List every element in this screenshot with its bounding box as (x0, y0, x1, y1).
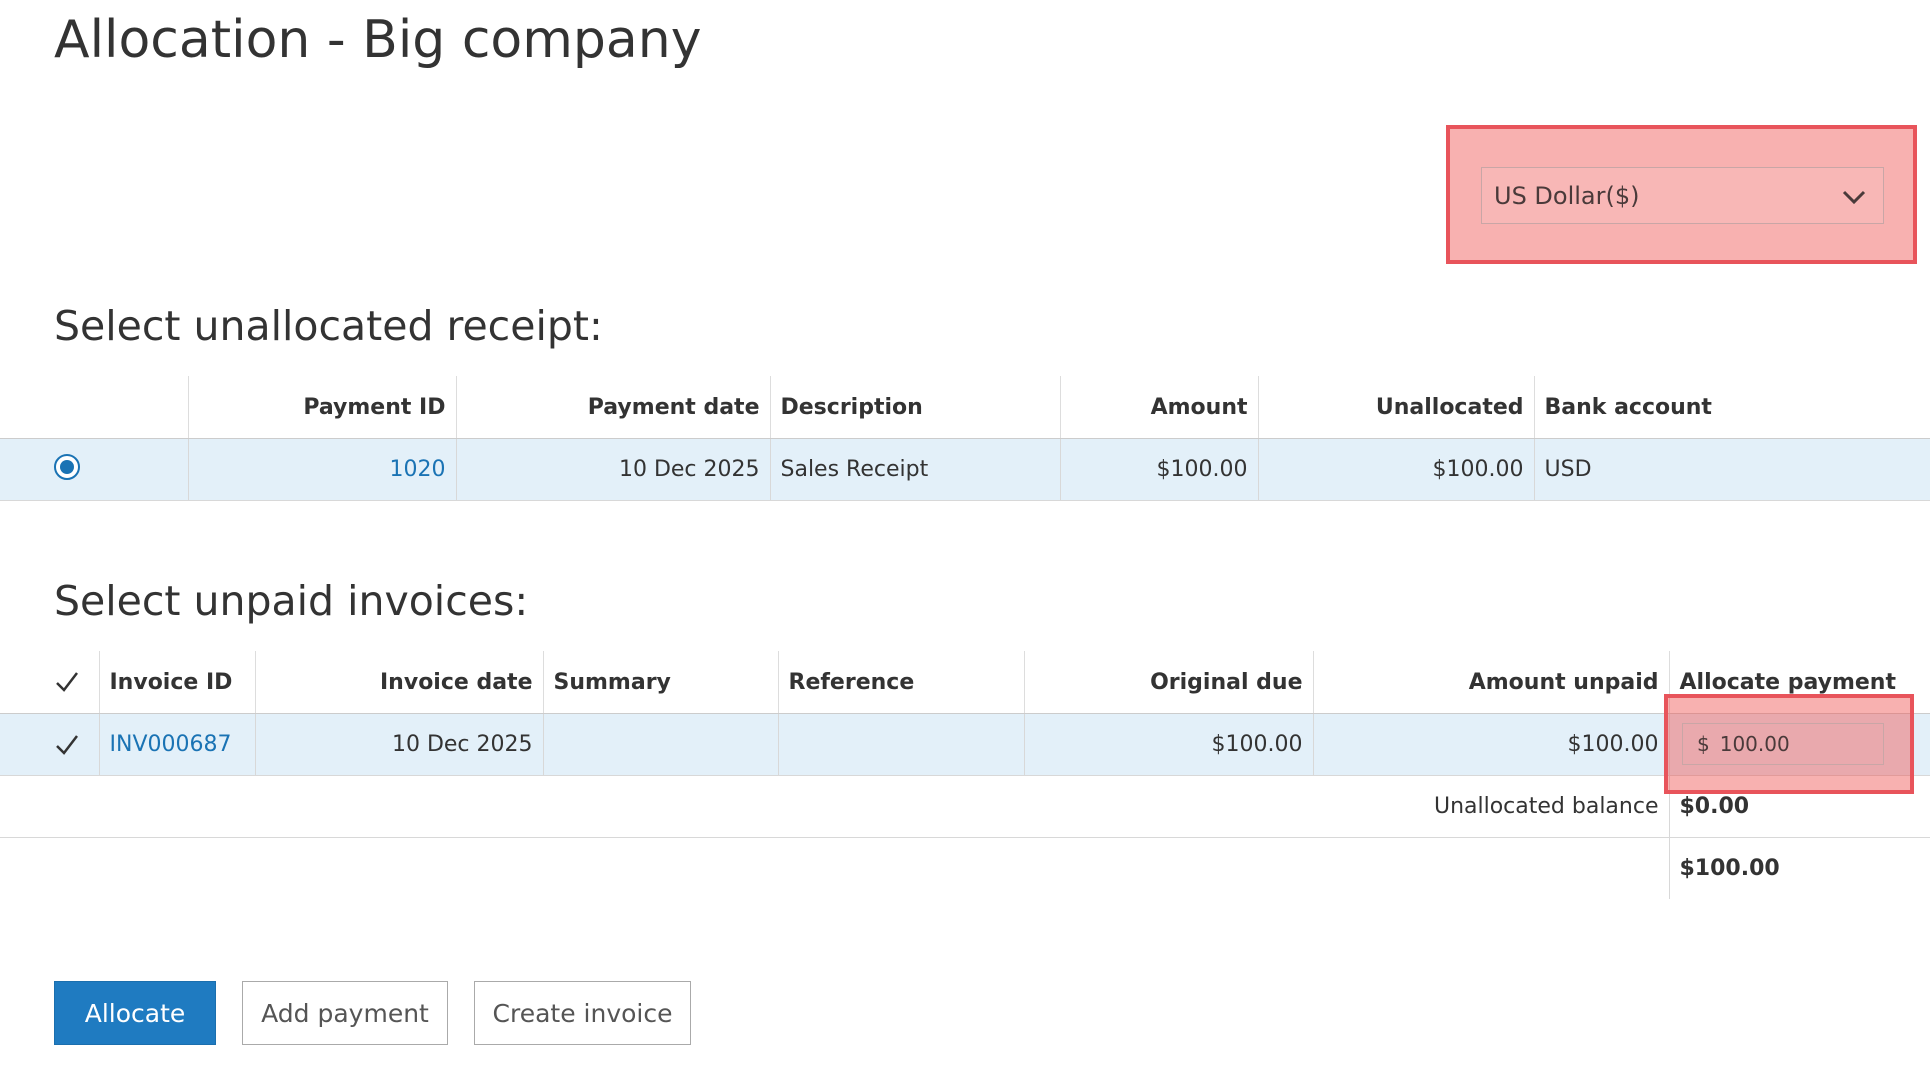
total-spacer (0, 838, 1669, 900)
currency-select-value: US Dollar($) (1494, 181, 1640, 210)
payment-id-cell: 1020 (187, 438, 456, 501)
col-unallocated[interactable]: Unallocated (1257, 376, 1534, 439)
reference-cell (777, 713, 1024, 776)
col-original-due[interactable]: Original due (1023, 651, 1313, 714)
receipts-heading: Select unallocated receipt: (54, 302, 603, 350)
payment-id-link[interactable]: 1020 (390, 457, 446, 482)
total-value: $100.00 (1668, 837, 1930, 899)
select-all-cell (0, 651, 99, 714)
invoices-table: Invoice ID Invoice date Summary Referenc… (0, 651, 1930, 899)
receipt-select-cell (0, 438, 188, 501)
invoice-date-cell: 10 Dec 2025 (254, 713, 543, 776)
invoices-header-row: Invoice ID Invoice date Summary Referenc… (0, 651, 1930, 714)
receipts-header-row: Payment ID Payment date Description Amou… (0, 376, 1930, 439)
allocate-button[interactable]: Allocate (54, 981, 216, 1045)
currency-select[interactable]: US Dollar($) (1481, 167, 1884, 224)
chevron-down-icon (1842, 190, 1866, 205)
col-summary[interactable]: Summary (542, 651, 778, 714)
receipt-radio[interactable] (54, 454, 80, 480)
amount-cell: $100.00 (1059, 438, 1258, 501)
col-amount[interactable]: Amount (1059, 376, 1258, 439)
col-payment-date[interactable]: Payment date (455, 376, 770, 439)
total-row: $100.00 (0, 837, 1930, 900)
description-cell: Sales Receipt (769, 438, 1060, 501)
page-title: Allocation - Big company (54, 10, 702, 70)
amount-unpaid-cell: $100.00 (1312, 713, 1669, 776)
invoice-id-link[interactable]: INV000687 (110, 732, 232, 757)
unallocated-cell: $100.00 (1257, 438, 1534, 501)
unallocated-balance-row: Unallocated balance $0.00 (0, 775, 1930, 838)
col-invoice-date[interactable]: Invoice date (254, 651, 543, 714)
receipts-select-header (0, 376, 188, 439)
allocate-payment-input[interactable]: $ 100.00 (1682, 723, 1884, 765)
allocation-page: Allocation - Big company US Dollar($) Se… (0, 0, 1930, 1077)
invoice-id-cell: INV000687 (98, 713, 255, 776)
col-bank-account[interactable]: Bank account (1533, 376, 1930, 439)
create-invoice-button[interactable]: Create invoice (474, 981, 691, 1045)
unallocated-balance-label: Unallocated balance (0, 775, 1669, 838)
invoice-checkbox-icon[interactable] (54, 732, 80, 758)
col-invoice-id[interactable]: Invoice ID (98, 651, 255, 714)
col-payment-id[interactable]: Payment ID (187, 376, 456, 439)
col-amount-unpaid[interactable]: Amount unpaid (1312, 651, 1669, 714)
table-row[interactable]: INV000687 10 Dec 2025 $100.00 $100.00 (0, 713, 1930, 776)
allocate-currency-symbol: $ (1697, 732, 1710, 756)
allocate-payment-value: 100.00 (1719, 732, 1790, 756)
summary-cell (542, 713, 778, 776)
col-description[interactable]: Description (769, 376, 1060, 439)
bank-account-cell: USD (1533, 438, 1930, 501)
table-row[interactable]: 1020 10 Dec 2025 Sales Receipt $100.00 $… (0, 438, 1930, 501)
original-due-cell: $100.00 (1023, 713, 1313, 776)
invoice-check-cell (0, 713, 99, 776)
col-reference[interactable]: Reference (777, 651, 1024, 714)
receipts-table: Payment ID Payment date Description Amou… (0, 376, 1930, 501)
payment-date-cell: 10 Dec 2025 (455, 438, 770, 501)
add-payment-button[interactable]: Add payment (242, 981, 448, 1045)
invoices-heading: Select unpaid invoices: (54, 577, 529, 625)
select-all-checkbox-icon[interactable] (54, 669, 80, 695)
